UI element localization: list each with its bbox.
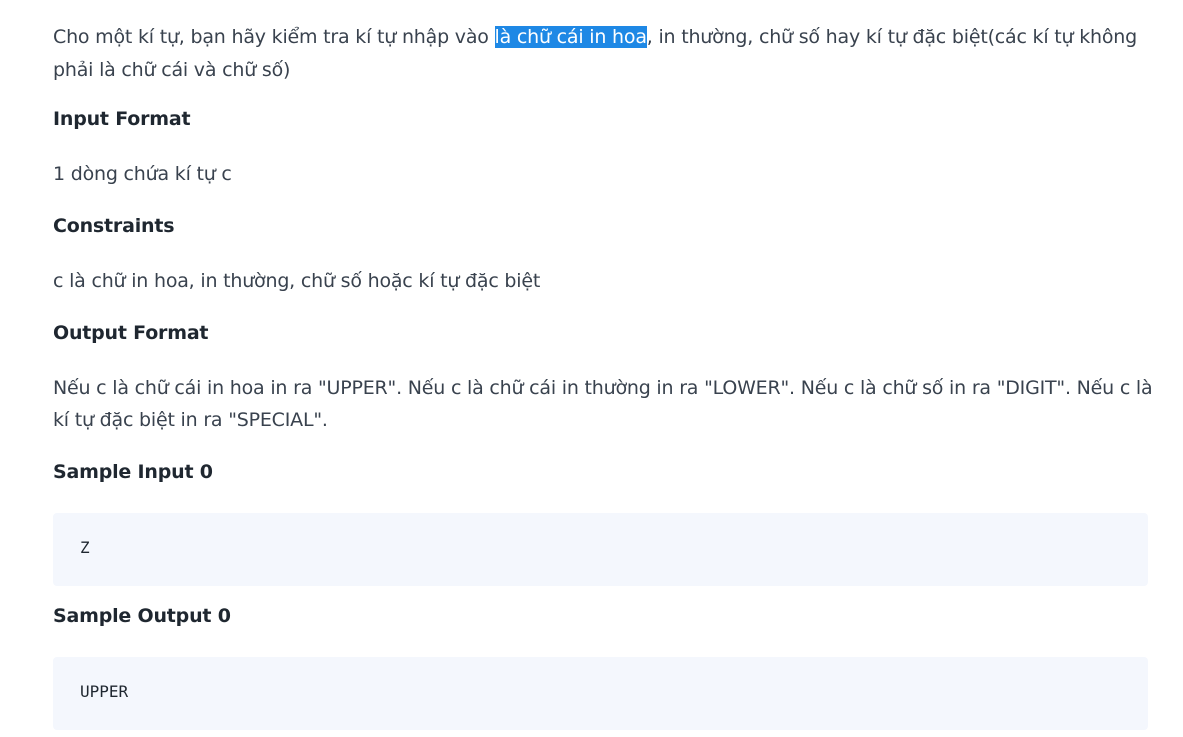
problem-statement: Cho một kí tự, bạn hãy kiểm tra kí tự nh…	[0, 0, 1183, 737]
description-text: Cho một kí tự, bạn hãy kiểm tra kí tự nh…	[53, 26, 495, 48]
output-format-heading: Output Format	[53, 322, 209, 344]
sample-input-value: Z	[80, 538, 90, 557]
output-format-text: Nếu c là chữ cái in hoa in ra "UPPER". N…	[53, 377, 1153, 431]
input-format-heading: Input Format	[53, 108, 191, 130]
sample-output-box[interactable]: UPPER	[53, 657, 1148, 730]
sample-output-value: UPPER	[80, 682, 129, 701]
problem-description: Cho một kí tự, bạn hãy kiểm tra kí tự nh…	[53, 21, 1153, 87]
sample-input-box[interactable]: Z	[53, 513, 1148, 586]
sample-input-heading: Sample Input 0	[53, 461, 213, 483]
constraints-text: c là chữ in hoa, in thường, chữ số hoặc …	[53, 270, 541, 292]
selected-text[interactable]: là chữ cái in hoa	[494, 26, 647, 48]
constraints-heading: Constraints	[53, 215, 175, 237]
sample-output-heading: Sample Output 0	[53, 605, 231, 627]
input-format-text: 1 dòng chứa kí tự c	[53, 163, 232, 185]
